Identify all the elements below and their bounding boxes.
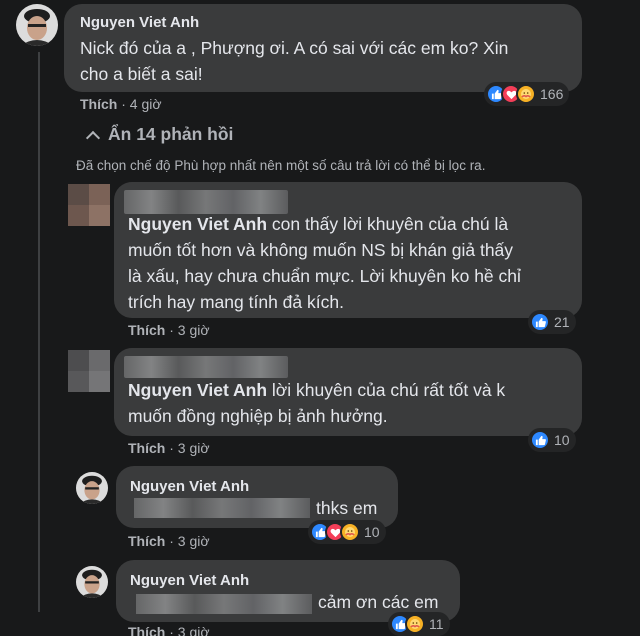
thread-line bbox=[38, 52, 40, 612]
care-reaction-icon bbox=[516, 84, 536, 104]
comment-actions: Thích · 4 giờ bbox=[80, 96, 162, 112]
care-reaction-icon bbox=[405, 614, 425, 634]
reply-text-line-1: Nguyen Viet Anh con thấy lời khuyên của … bbox=[128, 214, 509, 234]
reaction-count: 11 bbox=[429, 616, 444, 632]
comment-author[interactable]: Nguyen Viet Anh bbox=[80, 14, 199, 31]
mention-link[interactable]: Nguyen Viet Anh bbox=[128, 380, 267, 400]
care-reaction-icon bbox=[340, 522, 360, 542]
reply-text-line-3: là xấu, hay chưa chuẩn mực. Lời khuyên k… bbox=[128, 266, 521, 286]
redacted-name bbox=[124, 190, 288, 214]
like-link[interactable]: Thích bbox=[128, 624, 165, 636]
like-link[interactable]: Thích bbox=[80, 96, 117, 112]
reply-timestamp[interactable]: 3 giờ bbox=[178, 624, 210, 636]
comment-bubble: Nguyen Viet Anh Nick đó của a , Phượng ơ… bbox=[64, 4, 582, 92]
avatar-redacted[interactable] bbox=[68, 184, 110, 226]
reply-timestamp[interactable]: 3 giờ bbox=[178, 440, 210, 456]
reply-text-line-2: muốn đồng nghiệp bị ảnh hưởng. bbox=[128, 406, 388, 426]
avatar-photo-icon bbox=[16, 4, 58, 46]
reaction-summary[interactable]: 10 bbox=[528, 428, 576, 452]
hide-replies-label: Ẩn 14 phản hồi bbox=[108, 124, 234, 144]
reply-author[interactable]: Nguyen Viet Anh bbox=[130, 572, 249, 589]
redacted-text bbox=[134, 498, 310, 518]
comment-text-line-1: Nick đó của a , Phượng ơi. A có sai với … bbox=[80, 38, 509, 58]
reply-bubble: Nguyen Viet Anh con thấy lời khuyên của … bbox=[114, 182, 582, 318]
reaction-summary[interactable]: 166 bbox=[484, 82, 570, 106]
reply-actions: Thích · 3 giờ bbox=[128, 624, 210, 636]
avatar-photo-icon bbox=[76, 566, 108, 598]
reply-text: thks em bbox=[316, 498, 378, 518]
filter-notice: Đã chọn chế độ Phù hợp nhất nên một số c… bbox=[76, 158, 486, 173]
like-link[interactable]: Thích bbox=[128, 533, 165, 549]
reply-text-line-1: Nguyen Viet Anh lời khuyên của chú rất t… bbox=[128, 380, 506, 400]
reaction-summary[interactable]: 10 bbox=[308, 520, 386, 544]
avatar-photo-icon bbox=[76, 472, 108, 504]
reply-bubble: Nguyen Viet Anh lời khuyên của chú rất t… bbox=[114, 348, 582, 436]
avatar[interactable] bbox=[76, 472, 108, 504]
reply-text: cảm ơn các em bbox=[318, 592, 439, 612]
reply-actions: Thích · 3 giờ bbox=[128, 440, 210, 456]
reply-timestamp[interactable]: 3 giờ bbox=[178, 322, 210, 338]
chevron-up-icon bbox=[85, 130, 101, 145]
reaction-count: 166 bbox=[540, 86, 564, 102]
avatar-redacted[interactable] bbox=[68, 350, 110, 392]
reply-timestamp[interactable]: 3 giờ bbox=[178, 533, 210, 549]
reply-bubble: Nguyen Viet Anh thks em bbox=[116, 466, 398, 528]
avatar[interactable] bbox=[76, 566, 108, 598]
redacted-text bbox=[136, 594, 312, 614]
reply-actions: Thích · 3 giờ bbox=[128, 322, 210, 338]
comment-timestamp[interactable]: 4 giờ bbox=[130, 96, 162, 112]
reaction-count: 10 bbox=[364, 524, 380, 540]
reaction-summary[interactable]: 11 bbox=[388, 612, 450, 636]
reaction-count: 21 bbox=[554, 314, 570, 330]
mention-link[interactable]: Nguyen Viet Anh bbox=[128, 214, 267, 234]
reply-text-line-2: muốn tốt hơn và không muốn NS bị khán gi… bbox=[128, 240, 514, 260]
like-link[interactable]: Thích bbox=[128, 322, 165, 338]
reply-text-line-4: trích hay mang tính đả kích. bbox=[128, 292, 344, 312]
hide-replies-toggle[interactable]: Ẩn 14 phản hồi bbox=[85, 124, 234, 145]
like-reaction-icon bbox=[530, 312, 550, 332]
reaction-count: 10 bbox=[554, 432, 570, 448]
reply-actions: Thích · 3 giờ bbox=[128, 533, 210, 549]
redacted-name bbox=[124, 356, 288, 378]
like-link[interactable]: Thích bbox=[128, 440, 165, 456]
reaction-summary[interactable]: 21 bbox=[528, 310, 576, 334]
reply-author[interactable]: Nguyen Viet Anh bbox=[130, 478, 249, 495]
avatar[interactable] bbox=[16, 4, 58, 46]
like-reaction-icon bbox=[530, 430, 550, 450]
comment-text-line-2: cho a biết a sai! bbox=[80, 64, 203, 84]
